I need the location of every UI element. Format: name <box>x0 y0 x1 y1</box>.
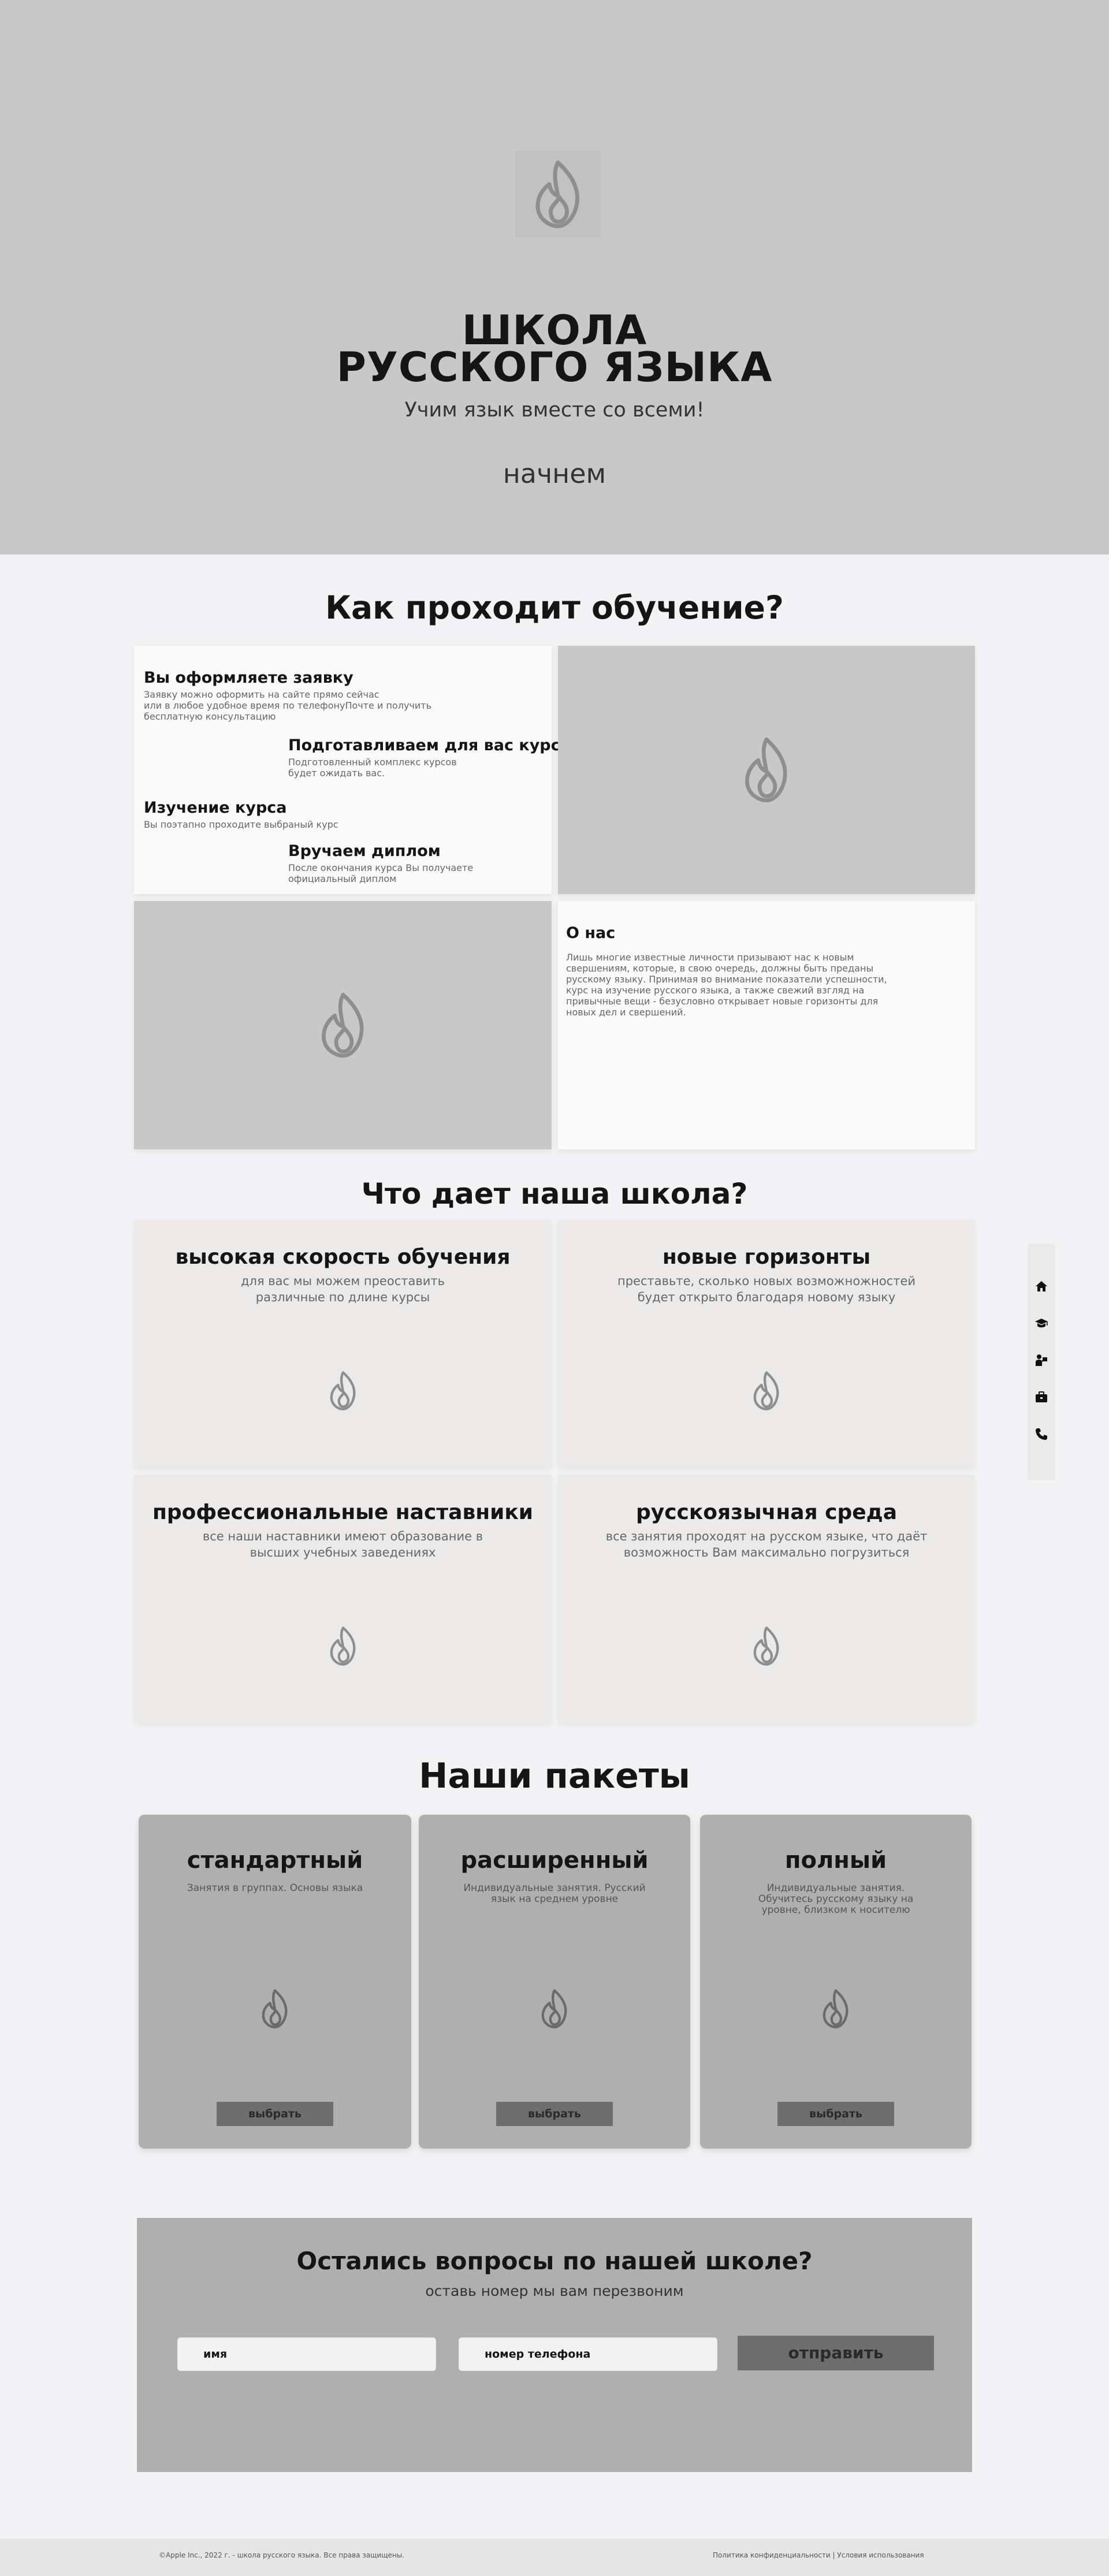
side-nav-packages[interactable] <box>1028 1386 1055 1409</box>
home-icon <box>1036 1281 1047 1291</box>
hero-title-line2: РУССКОГО ЯЗЫКА <box>336 344 773 391</box>
terms-of-use-link[interactable]: Условия использования <box>837 2551 924 2559</box>
process-image <box>558 646 975 894</box>
benefit-desc: все занятия проходят на русском языке, ч… <box>605 1529 928 1559</box>
flame-icon <box>745 737 787 803</box>
contact-subtitle: оставь номер мы вам перезвоним <box>425 2283 684 2299</box>
about-title: О нас <box>566 924 616 942</box>
step-title: Вы оформляете заявку <box>144 669 353 687</box>
select-standard-button[interactable]: выбрать <box>217 2102 333 2126</box>
benefit-desc: преставьте, сколько новых возможножносте… <box>617 1274 916 1304</box>
benefit-desc: для вас мы можем преоставить различные п… <box>241 1274 445 1304</box>
step-desc: После окончания курса Вы получаете офици… <box>288 862 474 884</box>
step-title: Изучение курса <box>144 799 287 817</box>
side-nav <box>1028 1244 1055 1480</box>
package-card-standard: стандартный Занятия в группах. Основы яз… <box>139 1815 411 2149</box>
package-desc: Индивидуальные занятия. Обучитесь русско… <box>758 1882 914 1916</box>
package-desc: Занятия в группах. Основы языка <box>187 1882 363 1894</box>
package-card-extended: расширенный Индивидуальные занятия. Русс… <box>419 1815 690 2149</box>
process-title: Как проходит обучение? <box>325 589 784 626</box>
package-title: стандартный <box>187 1847 363 1874</box>
benefit-title: новые горизонты <box>662 1245 871 1269</box>
teacher-icon <box>1036 1354 1047 1366</box>
select-extended-button[interactable]: выбрать <box>496 2102 613 2126</box>
flame-icon <box>321 992 364 1058</box>
contact-section: Остались вопросы по нашей школе? оставь … <box>137 2218 972 2472</box>
step-desc: Подготовленный комплекс курсов будет ожи… <box>288 757 457 779</box>
about-image <box>134 901 552 1149</box>
phone-icon <box>1036 1428 1047 1440</box>
package-title: расширенный <box>460 1847 649 1874</box>
select-full-button[interactable]: выбрать <box>777 2102 894 2126</box>
side-nav-contact[interactable] <box>1028 1423 1055 1446</box>
footer-separator: | <box>832 2551 835 2559</box>
process-step-3: Изучение курса Вы поэтапно проходите выб… <box>144 799 338 830</box>
benefit-title: высокая скорость обучения <box>175 1245 511 1269</box>
step-title: Подготавливаем для вас курс <box>288 736 560 754</box>
benefits-title: Что дает наша школа? <box>361 1177 748 1211</box>
flame-icon <box>262 1989 288 2028</box>
benefit-card-environment: русскоязычная среда все занятия проходят… <box>558 1475 975 1723</box>
package-desc: Индивидуальные занятия. Русский язык на … <box>463 1882 646 1905</box>
flame-icon <box>753 1371 779 1410</box>
package-card-full: полный Индивидуальные занятия. Обучитесь… <box>700 1815 972 2149</box>
process-step-1: Вы оформляете заявку Заявку можно оформи… <box>144 669 431 722</box>
step-desc: Вы поэтапно проходите выбраный курс <box>144 819 338 830</box>
benefit-title: профессиональные наставники <box>152 1501 534 1524</box>
contact-title: Остались вопросы по нашей школе? <box>296 2247 813 2275</box>
briefcase-icon <box>1036 1391 1047 1402</box>
footer: ©Apple Inc., 2022 г. - школа русского яз… <box>0 2538 1109 2576</box>
hero-section: ШКОЛА РУССКОГО ЯЗЫКА Учим язык вместе со… <box>0 0 1109 554</box>
start-button[interactable]: начнем <box>485 453 624 494</box>
step-desc: Заявку можно оформить на сайте прямо сей… <box>144 689 432 722</box>
hero-subtitle: Учим язык вместе со всеми! <box>404 399 705 422</box>
flame-icon <box>330 1626 355 1666</box>
benefit-desc: все наши наставники имеют образование в … <box>202 1529 483 1559</box>
submit-button[interactable]: отправить <box>738 2336 934 2370</box>
packages-title: Наши пакеты <box>419 1756 690 1796</box>
flame-icon <box>753 1626 779 1666</box>
about-text: Лишь многие известные личности призывают… <box>566 952 887 1018</box>
process-steps-card: Вы оформляете заявку Заявку можно оформи… <box>134 646 560 894</box>
benefit-card-speed: высокая скорость обучения для вас мы мож… <box>134 1220 552 1468</box>
phone-input[interactable] <box>459 2337 717 2371</box>
hero-title: ШКОЛА РУССКОГО ЯЗЫКА <box>0 310 1109 388</box>
flame-icon <box>330 1371 355 1410</box>
side-nav-courses[interactable] <box>1028 1312 1055 1335</box>
flame-icon <box>823 1989 849 2028</box>
graduation-cap-icon <box>1035 1319 1048 1328</box>
flame-icon <box>535 160 579 228</box>
benefit-card-mentors: профессиональные наставники все наши нас… <box>134 1475 552 1723</box>
side-nav-home[interactable] <box>1028 1275 1055 1298</box>
package-title: полный <box>784 1847 887 1874</box>
copyright-text: ©Apple Inc., 2022 г. - школа русского яз… <box>159 2551 405 2559</box>
privacy-policy-link[interactable]: Политика конфиденциальности <box>713 2551 831 2559</box>
process-step-4: Вручаем диплом После окончания курса Вы … <box>288 842 473 884</box>
benefit-title: русскоязычная среда <box>635 1501 898 1524</box>
footer-links: Политика конфиденциальности | Условия ис… <box>713 2551 924 2559</box>
flame-icon <box>541 1989 567 2028</box>
process-step-2: Подготавливаем для вас курс Подготовленн… <box>288 736 560 779</box>
side-nav-teachers[interactable] <box>1028 1349 1055 1372</box>
benefit-card-horizons: новые горизонты преставьте, сколько новы… <box>558 1220 975 1468</box>
hero-logo <box>515 151 601 237</box>
name-input[interactable] <box>177 2337 436 2371</box>
about-card <box>558 901 975 1149</box>
step-title: Вручаем диплом <box>288 842 441 860</box>
